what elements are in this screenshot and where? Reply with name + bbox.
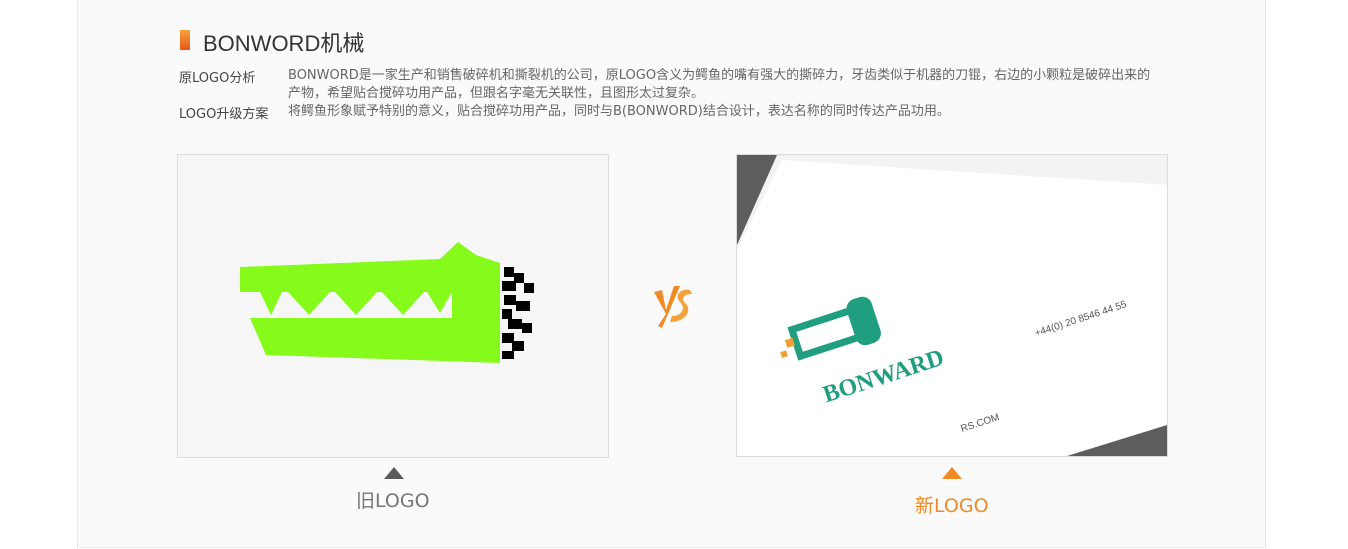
old-logo-image — [177, 154, 609, 458]
original-logo-description: BONWORD是一家生产和销售破碎机和撕裂机的公司，原LOGO含义为鳄鱼的嘴有强… — [288, 67, 1218, 103]
page-title: BONWORD机械 — [203, 31, 365, 56]
old-logo-pointer-icon — [384, 467, 404, 479]
upgrade-plan-description: 将鳄鱼形象赋予特别的意义，贴合搅碎功用产品，同时与B(BONWORD)结合设计，… — [288, 104, 950, 119]
original-desc-line2: 产物，希望贴合搅碎功用产品，但跟名字毫无关联性，且图形太过复杂。 — [288, 86, 705, 101]
new-logo-caption: 新LOGO — [915, 495, 989, 517]
new-logo-image: BONWARD +44(0) 20 8546 44 55 RS.COM — [736, 154, 1168, 457]
upgrade-plan-label: LOGO升级方案 — [179, 107, 269, 122]
new-logo-pointer-icon — [942, 467, 962, 479]
vs-icon — [652, 280, 696, 334]
crocodile-logo-icon — [240, 242, 534, 363]
title-accent-bar — [180, 30, 190, 50]
old-logo-caption: 旧LOGO — [356, 490, 430, 512]
original-desc-line1: BONWORD是一家生产和销售破碎机和撕裂机的公司，原LOGO含义为鳄鱼的嘴有强… — [288, 68, 1151, 83]
original-logo-label: 原LOGO分析 — [179, 71, 256, 86]
